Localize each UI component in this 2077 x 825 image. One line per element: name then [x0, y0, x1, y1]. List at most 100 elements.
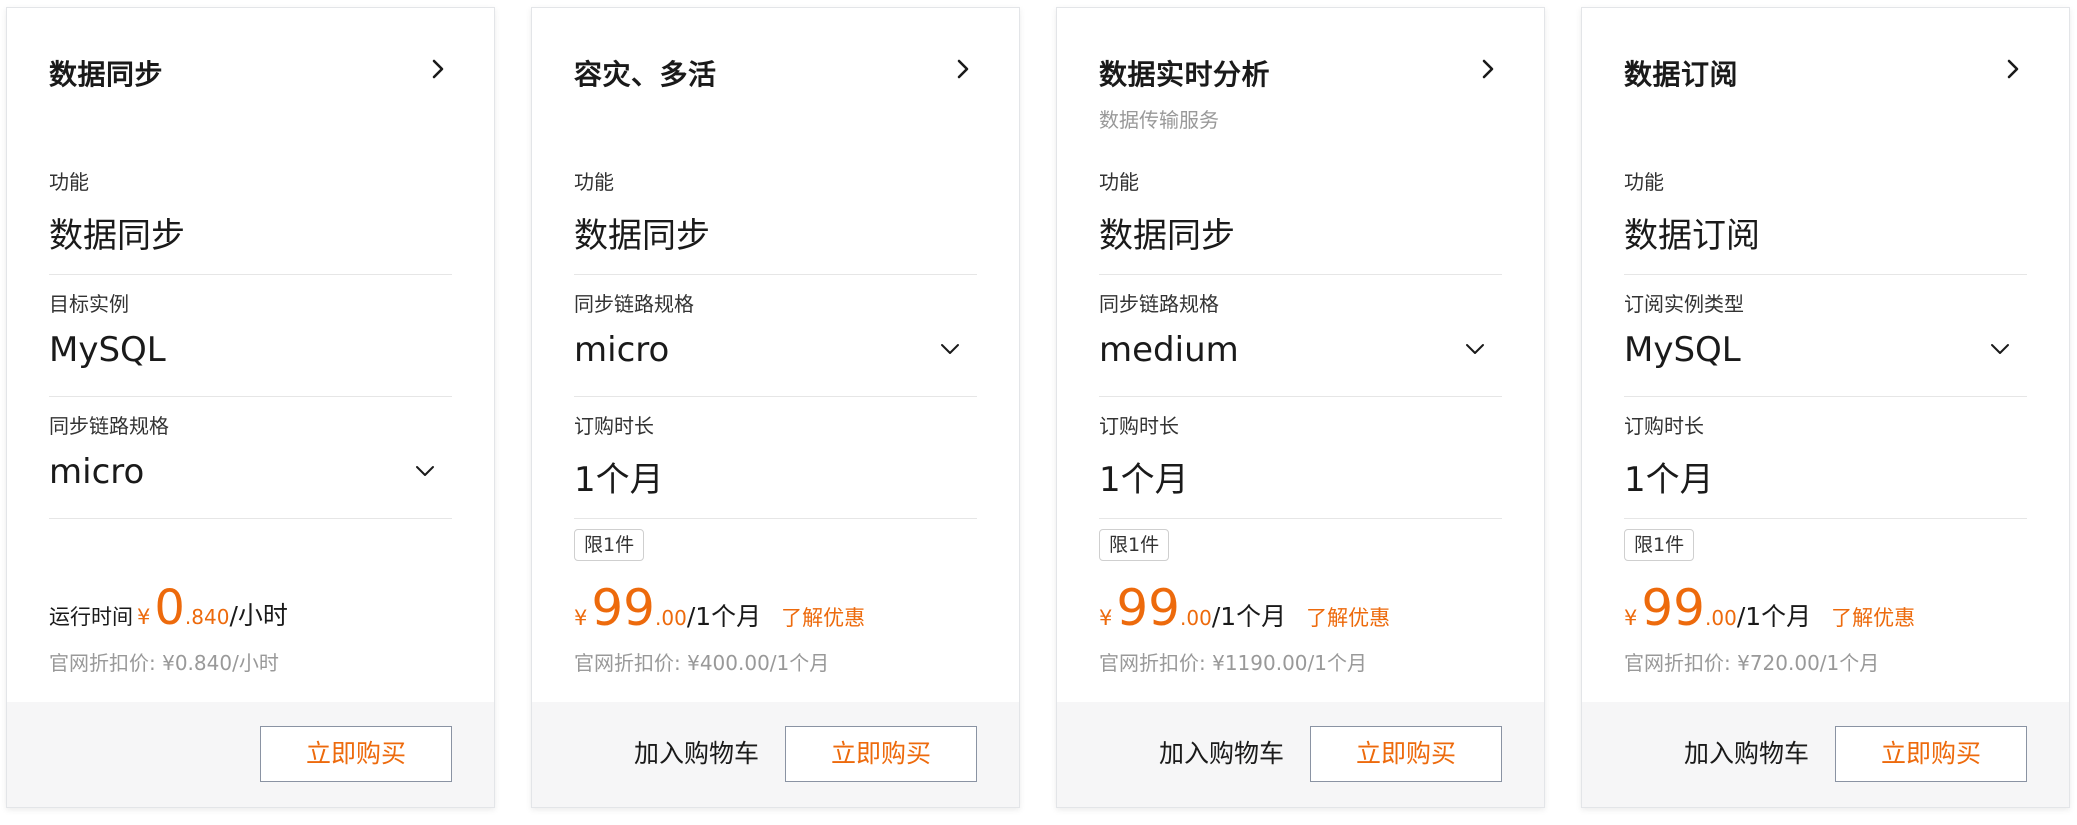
add-to-cart-button[interactable]: 加入购物车	[634, 726, 759, 782]
field-value: 数据同步	[49, 216, 185, 256]
currency-symbol: ¥	[574, 606, 588, 630]
product-card-disaster-recovery: 容灾、多活 功能 数据同步 同步链路规格 micro 订购时长 1个月 限1件 …	[531, 7, 1020, 808]
field-link-spec: 同步链路规格 medium	[1099, 274, 1502, 397]
field-link-spec: 同步链路规格 micro	[574, 274, 977, 397]
select-value: micro	[49, 452, 145, 492]
field-function: 功能 数据订阅	[1624, 152, 2027, 275]
price-integer: 99	[591, 579, 655, 637]
price-decimal: .00	[655, 606, 687, 630]
chevron-right-icon[interactable]	[1474, 55, 1502, 83]
chevron-right-icon[interactable]	[424, 55, 452, 83]
card-footer: 加入购物车 立即购买	[1057, 702, 1544, 807]
price-row: 运行时间 ¥0.840/小时	[49, 578, 452, 638]
price-prefix: 运行时间	[49, 605, 133, 629]
field-value: 1个月	[1624, 460, 1714, 500]
limit-badge: 限1件	[1624, 529, 1695, 561]
price-decimal: .00	[1180, 606, 1212, 630]
select-value: medium	[1099, 330, 1239, 370]
instance-type-select[interactable]: MySQL	[1624, 322, 2027, 378]
buy-now-button[interactable]: 立即购买	[785, 726, 977, 782]
chevron-down-icon	[416, 466, 434, 476]
limit-badge: 限1件	[574, 529, 645, 561]
buy-now-button[interactable]: 立即购买	[1835, 726, 2027, 782]
field-value: 数据订阅	[1624, 216, 1760, 256]
field-duration: 订购时长 1个月	[1099, 396, 1502, 519]
field-duration: 订购时长 1个月	[574, 396, 977, 519]
currency-symbol: ¥	[1624, 606, 1638, 630]
add-to-cart-button[interactable]: 加入购物车	[1159, 726, 1284, 782]
field-label: 订阅实例类型	[1624, 292, 1744, 316]
price-row: ¥99.00/1个月 了解优惠	[574, 578, 977, 638]
price-integer: 99	[1641, 579, 1705, 637]
field-label: 目标实例	[49, 292, 129, 316]
original-price: 官网折扣价: ¥1190.00/1个月	[1099, 651, 1367, 675]
field-label: 功能	[574, 170, 614, 194]
field-label: 同步链路规格	[49, 414, 169, 438]
product-card-realtime-analysis: 数据实时分析 数据传输服务 功能 数据同步 同步链路规格 medium 订购时长	[1056, 7, 1545, 808]
select-value: micro	[574, 330, 670, 370]
price-integer: 0	[154, 580, 185, 636]
field-value: 1个月	[1099, 460, 1189, 500]
buy-now-button[interactable]: 立即购买	[1310, 726, 1502, 782]
chevron-down-icon	[941, 344, 959, 354]
field-label: 订购时长	[1099, 414, 1179, 438]
price-unit: /小时	[229, 601, 288, 630]
original-price: 官网折扣价: ¥0.840/小时	[49, 651, 279, 675]
field-label: 功能	[1099, 170, 1139, 194]
chevron-right-icon[interactable]	[1999, 55, 2027, 83]
card-footer: 立即购买	[7, 702, 494, 807]
field-function: 功能 数据同步	[574, 152, 977, 275]
product-card-list: 数据同步 功能 数据同步 目标实例 MySQL 同步链路规格 micro 运行时…	[6, 7, 2071, 808]
field-value: 数据同步	[574, 216, 710, 256]
promo-link[interactable]: 了解优惠	[1306, 606, 1390, 630]
card-title[interactable]: 数据实时分析	[1099, 53, 1270, 93]
product-card-data-sync: 数据同步 功能 数据同步 目标实例 MySQL 同步链路规格 micro 运行时…	[6, 7, 495, 808]
promo-link[interactable]: 了解优惠	[1831, 606, 1915, 630]
field-value: 数据同步	[1099, 216, 1235, 256]
limit-badge: 限1件	[1099, 529, 1170, 561]
card-title[interactable]: 数据订阅	[1624, 53, 1738, 93]
field-label: 功能	[49, 170, 89, 194]
field-value: MySQL	[49, 330, 166, 370]
link-spec-select[interactable]: medium	[1099, 322, 1502, 378]
price-row: ¥99.00/1个月 了解优惠	[1099, 578, 1502, 638]
original-price: 官网折扣价: ¥720.00/1个月	[1624, 651, 1880, 675]
buy-now-button[interactable]: 立即购买	[260, 726, 452, 782]
field-duration: 订购时长 1个月	[1624, 396, 2027, 519]
original-price: 官网折扣价: ¥400.00/1个月	[574, 651, 830, 675]
currency-symbol: ¥	[1099, 606, 1113, 630]
field-label: 订购时长	[1624, 414, 1704, 438]
card-footer: 加入购物车 立即购买	[532, 702, 1019, 807]
link-spec-select[interactable]: micro	[574, 322, 977, 378]
currency-symbol: ¥	[137, 605, 151, 629]
field-label: 功能	[1624, 170, 1664, 194]
price-integer: 99	[1116, 579, 1180, 637]
link-spec-select[interactable]: micro	[49, 444, 452, 500]
field-target-instance: 目标实例 MySQL	[49, 274, 452, 397]
select-value: MySQL	[1624, 330, 1741, 370]
field-function: 功能 数据同步	[49, 152, 452, 275]
field-link-spec: 同步链路规格 micro	[49, 396, 452, 519]
chevron-down-icon	[1466, 344, 1484, 354]
field-label: 订购时长	[574, 414, 654, 438]
field-label: 同步链路规格	[1099, 292, 1219, 316]
price-unit: /1个月	[686, 602, 762, 631]
field-label: 同步链路规格	[574, 292, 694, 316]
price-unit: /1个月	[1736, 602, 1812, 631]
add-to-cart-button[interactable]: 加入购物车	[1684, 726, 1809, 782]
card-footer: 加入购物车 立即购买	[1582, 702, 2069, 807]
field-function: 功能 数据同步	[1099, 152, 1502, 275]
promo-link[interactable]: 了解优惠	[781, 606, 865, 630]
card-title[interactable]: 数据同步	[49, 53, 163, 93]
product-card-data-subscription: 数据订阅 功能 数据订阅 订阅实例类型 MySQL 订购时长 1个月 限1件 ¥…	[1581, 7, 2070, 808]
card-title[interactable]: 容灾、多活	[574, 53, 717, 93]
field-value: 1个月	[574, 460, 664, 500]
price-row: ¥99.00/1个月 了解优惠	[1624, 578, 2027, 638]
field-subscription-instance-type: 订阅实例类型 MySQL	[1624, 274, 2027, 397]
chevron-right-icon[interactable]	[949, 55, 977, 83]
chevron-down-icon	[1991, 344, 2009, 354]
card-subtitle: 数据传输服务	[1099, 108, 1219, 132]
price-decimal: .840	[184, 605, 230, 629]
price-decimal: .00	[1705, 606, 1737, 630]
price-unit: /1个月	[1211, 602, 1287, 631]
